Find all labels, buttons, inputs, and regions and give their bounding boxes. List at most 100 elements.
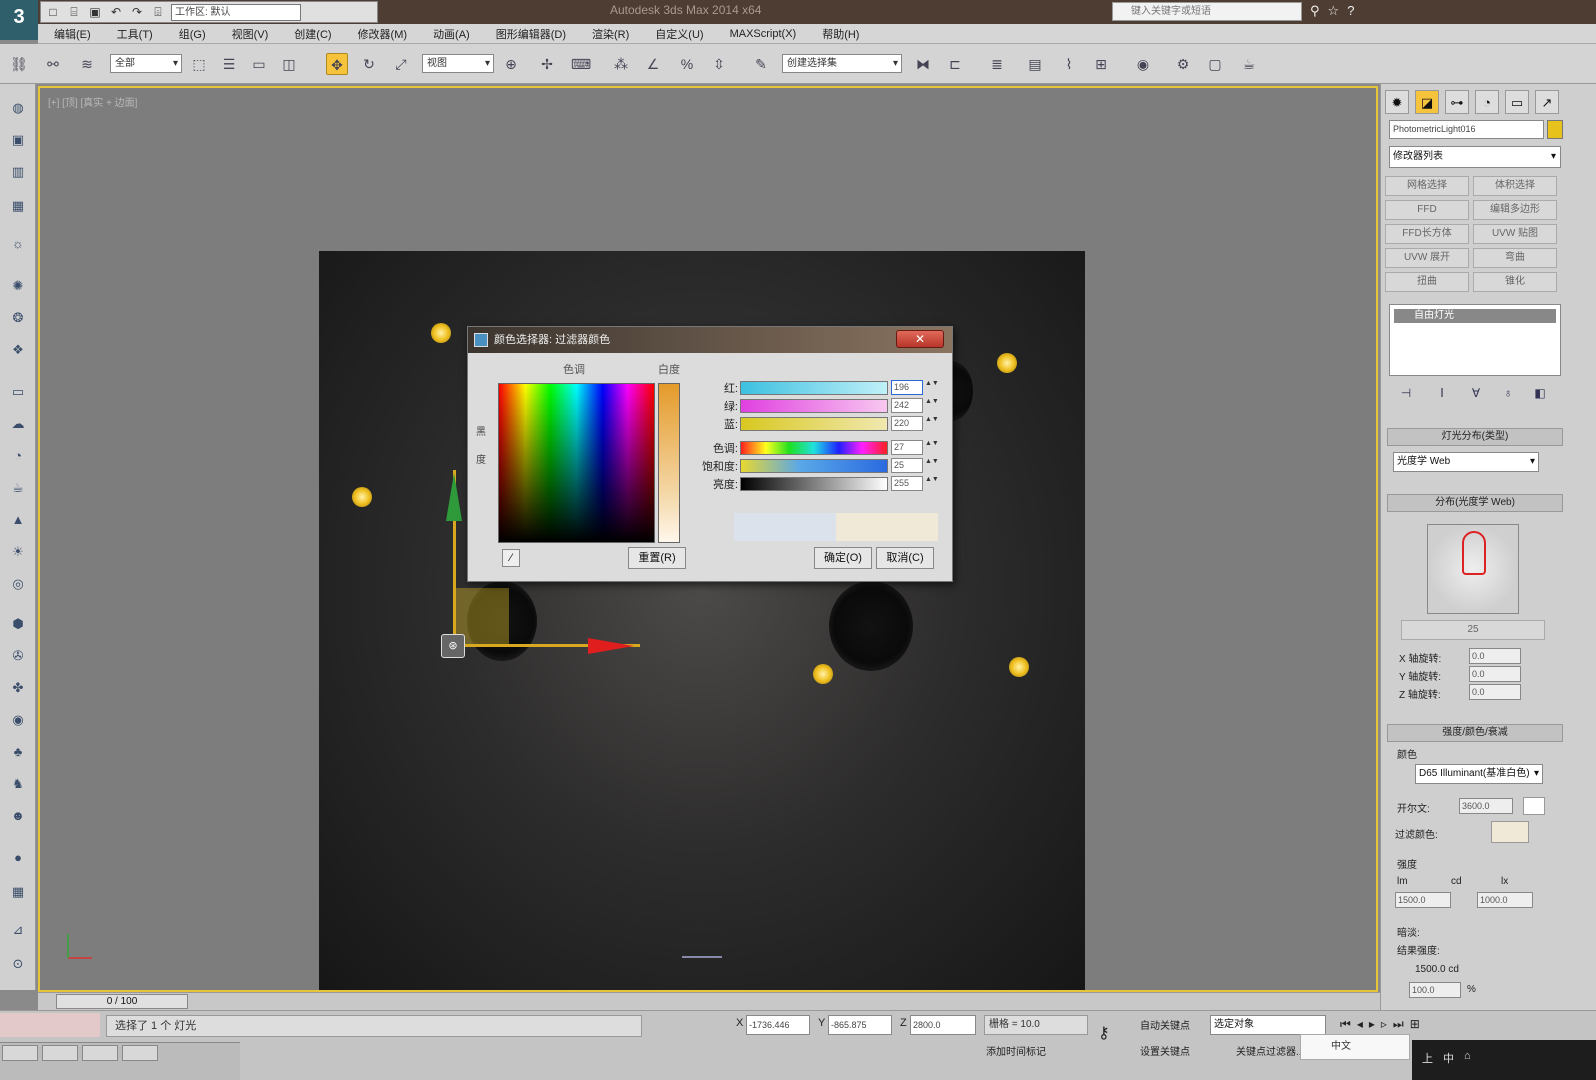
blue-value-input[interactable]: 220 (891, 416, 923, 431)
cancel-button[interactable]: 取消(C) (876, 547, 934, 569)
help-icon[interactable]: ? (1347, 3, 1354, 19)
y-coord-input[interactable]: -865.875 (828, 1015, 892, 1035)
hue-blackness-picker[interactable] (498, 383, 655, 543)
calendar-icon[interactable]: ▦ (6, 880, 30, 904)
distribution-rollout[interactable]: 灯光分布(类型) (1387, 428, 1563, 446)
saturation-value-input[interactable]: 25 (891, 458, 923, 473)
move-icon[interactable]: ✥ (326, 53, 348, 75)
globe-icon[interactable]: ◉ (6, 708, 30, 732)
star-icon[interactable]: ☆ (1328, 3, 1340, 19)
intensity-secondary-input[interactable]: 1000.0 (1477, 892, 1533, 908)
pin-stack-icon[interactable]: ⊣ (1397, 384, 1415, 402)
tray-item[interactable]: 上 (1422, 1050, 1433, 1070)
stack-icon[interactable]: ⬢ (6, 612, 30, 636)
cone-icon[interactable]: ▲ (6, 508, 30, 532)
tab-create-icon[interactable]: ✹ (1385, 90, 1409, 114)
x-rotation-input[interactable]: 0.0 (1469, 648, 1521, 664)
photometric-light-marker[interactable] (352, 487, 372, 507)
whiteness-bar[interactable] (658, 383, 680, 543)
modifier-button[interactable]: 网格选择 (1385, 176, 1469, 196)
rendered-frame-window-icon[interactable]: ▢ (1204, 53, 1226, 75)
time-config-icon[interactable]: ⊞ (1410, 1017, 1420, 1032)
unit-lx-radio[interactable]: lx (1501, 876, 1508, 887)
photometric-light-marker[interactable] (431, 323, 451, 343)
gizmo-y-arrow-icon[interactable] (446, 473, 462, 521)
object-name-field[interactable]: PhotometricLight016 (1389, 120, 1544, 139)
modifier-button[interactable]: FFD长方体 (1385, 224, 1469, 244)
unlink-icon[interactable]: ⚯ (42, 53, 64, 75)
tray-item[interactable]: ⌂ (1464, 1050, 1471, 1070)
taskbar-item[interactable] (42, 1045, 78, 1061)
workspace-select[interactable]: 工作区: 默认 (171, 3, 301, 21)
named-selection-combo[interactable]: 创建选择集 (782, 54, 902, 73)
menu-create[interactable]: 创建(C) (294, 26, 331, 42)
hue-value-input[interactable]: 27 (891, 440, 923, 455)
keyboard-shortcut-icon[interactable]: ⌨ (570, 53, 592, 75)
make-unique-icon[interactable]: ∀ (1467, 384, 1485, 402)
project-icon[interactable]: ⌹ (150, 4, 166, 20)
close-button[interactable]: ✕ (896, 330, 944, 348)
z-rotation-input[interactable]: 0.0 (1469, 684, 1521, 700)
modifier-button[interactable]: 扭曲 (1385, 272, 1469, 292)
new-icon[interactable]: □ (45, 4, 61, 20)
bind-spacewarp-icon[interactable]: ≋ (76, 53, 98, 75)
tab-modify-icon[interactable]: ◪ (1415, 90, 1439, 114)
menu-group[interactable]: 组(G) (179, 26, 206, 42)
lamp-icon[interactable]: ◔ (6, 444, 30, 468)
configure-sets-icon[interactable]: ◧ (1531, 384, 1549, 402)
menu-customize[interactable]: 自定义(U) (655, 26, 703, 42)
timeline[interactable]: 0 / 100 (38, 992, 1380, 1010)
edit-named-selection-icon[interactable]: ✎ (750, 53, 772, 75)
taskbar-item[interactable] (82, 1045, 118, 1061)
spinner-icon[interactable]: ▲▼ (925, 398, 939, 413)
selection-filter-combo[interactable]: 全部 (110, 54, 182, 73)
render-setup-icon[interactable]: ⚙ (1172, 53, 1194, 75)
snaps-toggle-icon[interactable]: ⁂ (610, 53, 632, 75)
photometric-light-marker[interactable] (997, 353, 1017, 373)
select-by-name-icon[interactable]: ☰ (218, 53, 240, 75)
window-crossing-icon[interactable]: ◫ (278, 53, 300, 75)
box-icon[interactable]: ▭ (6, 380, 30, 404)
percent-snap-icon[interactable]: % (676, 53, 698, 75)
taskbar-item[interactable] (122, 1045, 158, 1061)
sphere-icon[interactable]: ● (6, 846, 30, 870)
modifier-button[interactable]: UVW 展开 (1385, 248, 1469, 268)
filter-color-swatch[interactable] (1491, 821, 1529, 843)
intensity-input[interactable]: 1500.0 (1395, 892, 1451, 908)
photometric-light-marker[interactable] (1009, 657, 1029, 677)
gizmo-x-arrow-icon[interactable] (588, 638, 634, 654)
open-icon[interactable]: ⌸ (66, 4, 82, 20)
spinner-icon[interactable]: ▲▼ (925, 440, 939, 455)
object-color-swatch[interactable] (1547, 120, 1563, 139)
goto-end-icon[interactable]: ⏭ (1393, 1017, 1404, 1032)
target-icon[interactable]: ◎ (6, 572, 30, 596)
reference-coord-combo[interactable]: 视图 (422, 54, 494, 73)
kelvin-input[interactable]: 3600.0 (1459, 798, 1513, 814)
sun-icon[interactable]: ☀ (6, 540, 30, 564)
menu-animation[interactable]: 动画(A) (433, 26, 470, 42)
z-coord-input[interactable]: 2800.0 (910, 1015, 976, 1035)
teapot-icon[interactable]: ☕ (6, 476, 30, 500)
stack-item[interactable]: 自由灯光 (1394, 309, 1556, 323)
spinner-icon[interactable]: ▲▼ (925, 458, 939, 473)
render-production-icon[interactable]: ☕ (1238, 53, 1260, 75)
reset-button[interactable]: 重置(R) (628, 547, 686, 569)
mirror-icon[interactable]: ⧓ (912, 53, 934, 75)
tray-item[interactable]: 中 (1443, 1050, 1454, 1070)
modifier-list-combo[interactable]: 修改器列表 (1389, 146, 1561, 168)
undo-icon[interactable]: ↶ (108, 4, 124, 20)
save-icon[interactable]: ▣ (87, 4, 103, 20)
menu-rendering[interactable]: 渲染(R) (592, 26, 629, 42)
angle-snap-icon[interactable]: ∠ (642, 53, 664, 75)
selected-light-icon[interactable]: ⊛ (441, 634, 465, 658)
menu-views[interactable]: 视图(V) (232, 26, 269, 42)
spinner-icon[interactable]: ▲▼ (925, 380, 939, 395)
blue-slider[interactable] (740, 417, 888, 431)
red-slider[interactable] (740, 381, 888, 395)
auto-key-button[interactable]: 自动关键点 (1140, 1017, 1190, 1032)
web-rollout[interactable]: 分布(光度学 Web) (1387, 494, 1563, 512)
hue-slider[interactable] (740, 441, 888, 455)
next-frame-icon[interactable]: ▹ (1381, 1017, 1387, 1032)
scene-explorer-icon[interactable]: ◍ (6, 96, 30, 120)
time-slider[interactable]: 0 / 100 (56, 994, 188, 1009)
